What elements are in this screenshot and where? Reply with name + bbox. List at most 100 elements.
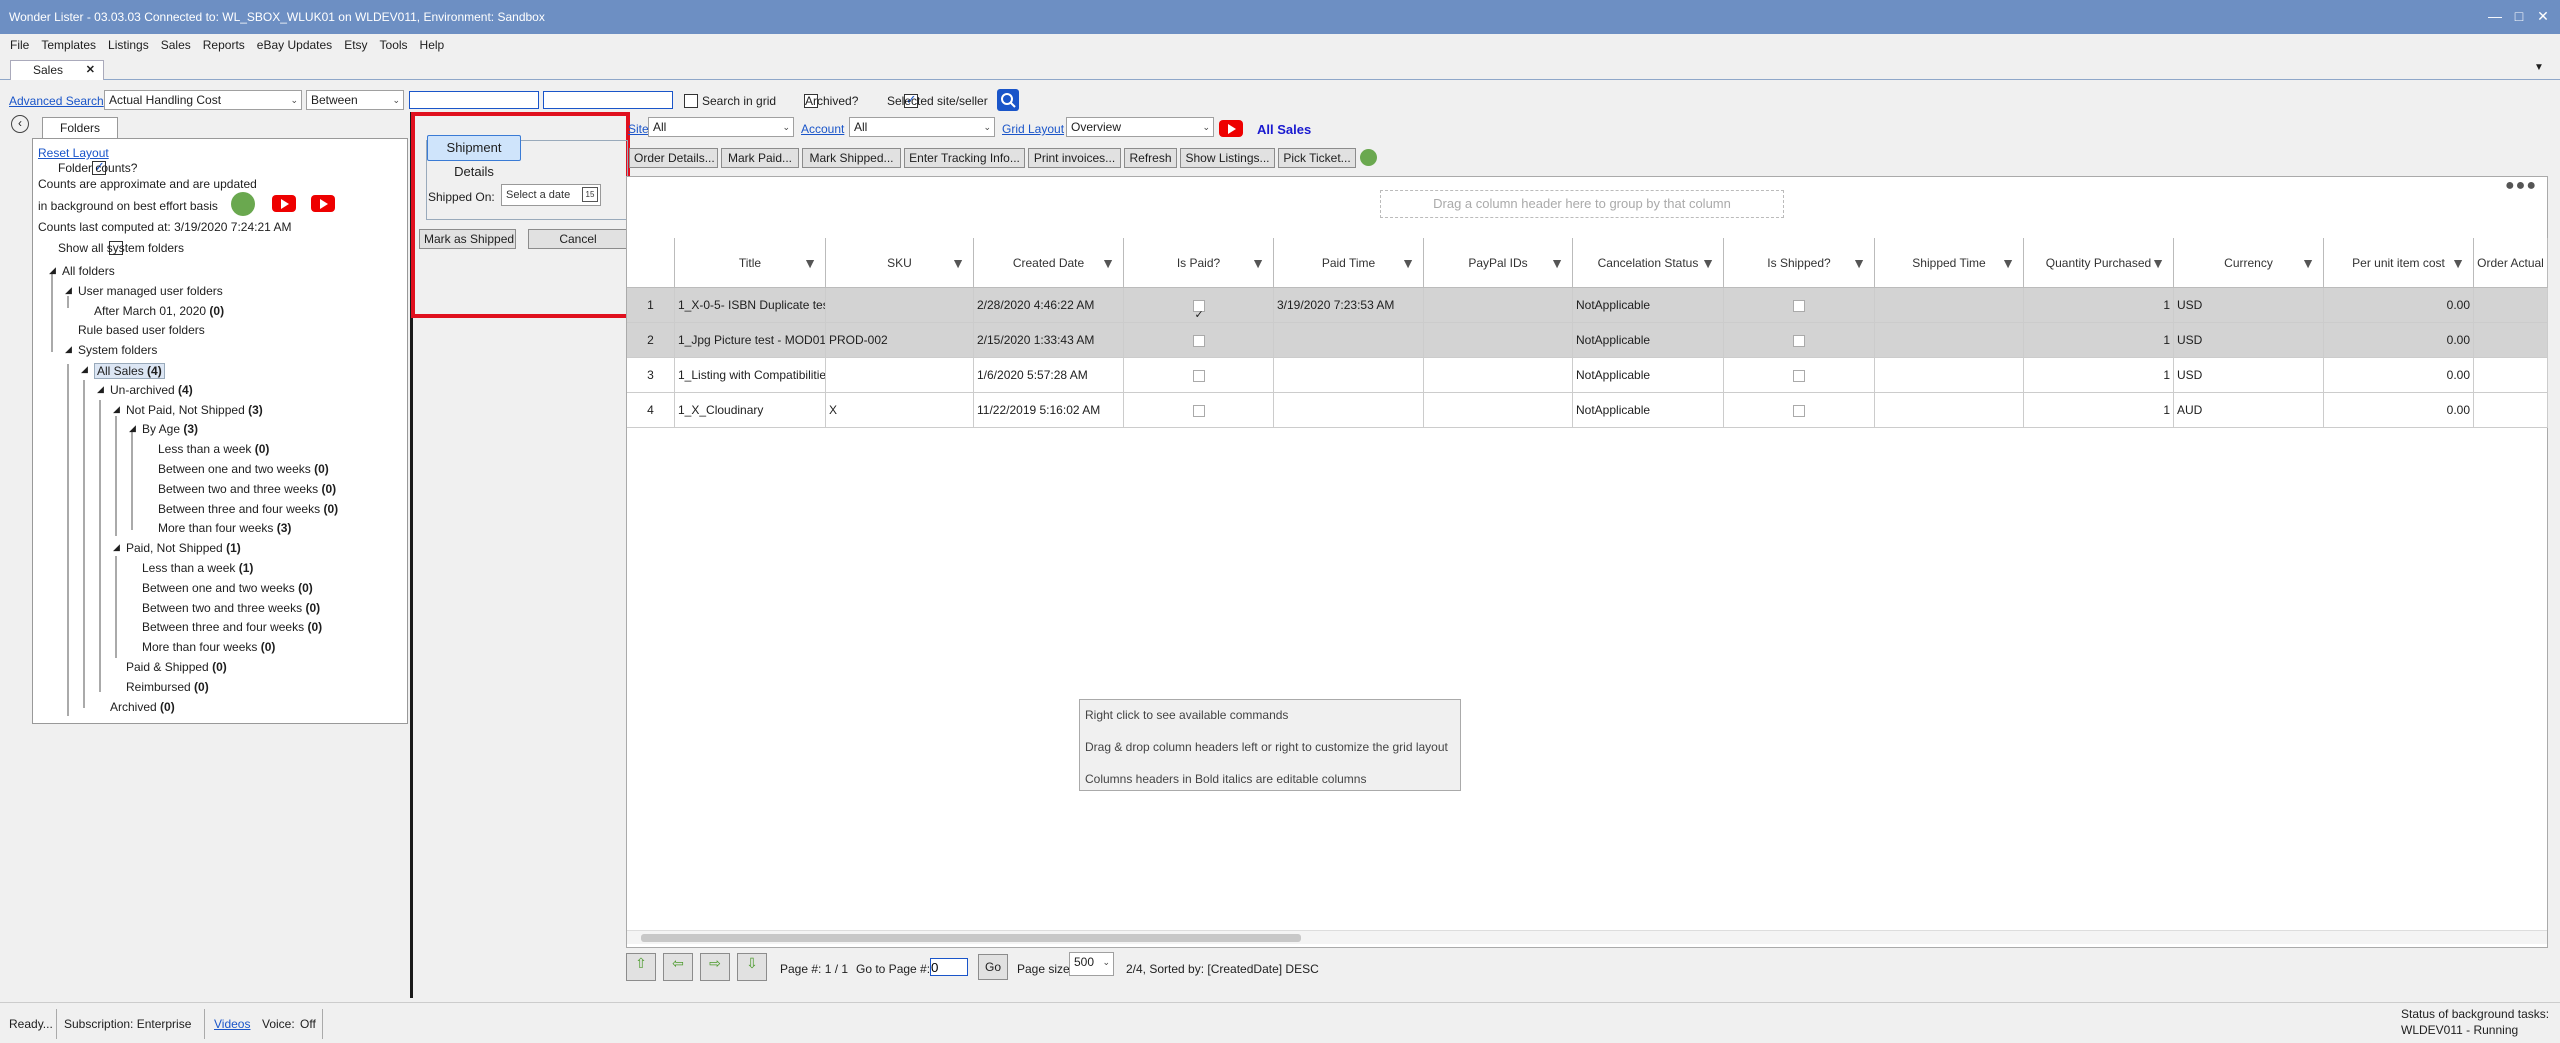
video-tutorial-icon[interactable] (311, 195, 335, 212)
table-cell[interactable] (2474, 393, 2548, 428)
video-tutorial-icon[interactable] (1219, 120, 1243, 137)
filter-icon[interactable]: ▼ (1101, 238, 1115, 287)
table-cell[interactable]: PROD-002 (826, 323, 974, 358)
table-cell[interactable]: 1_Jpg Picture test - MOD01 (675, 323, 826, 358)
menu-item[interactable]: Sales (155, 34, 197, 56)
column-header[interactable]: SKU ▼ (826, 238, 974, 288)
column-header[interactable]: Title ▼ (675, 238, 826, 288)
tree-folder-item[interactable]: User managed user folders (78, 284, 223, 298)
is-paid-checkbox[interactable] (1192, 369, 1205, 382)
menu-item[interactable]: Templates (35, 34, 102, 56)
filter-icon[interactable]: ▼ (1701, 238, 1715, 287)
grid-layout-link[interactable]: Grid Layout (1002, 122, 1064, 136)
table-cell[interactable]: 1 (2024, 323, 2174, 358)
tree-folder-item[interactable]: Not Paid, Not Shipped (3) (126, 403, 263, 417)
tree-folder-item[interactable]: Less than a week (0) (158, 442, 269, 456)
previous-page-button[interactable]: ⇦ (663, 953, 693, 981)
tab-folders[interactable]: Folders (42, 117, 118, 138)
last-page-button[interactable]: ⇩ (737, 953, 767, 981)
close-icon[interactable]: ✕ (2532, 6, 2554, 26)
menu-item[interactable]: Help (414, 34, 451, 56)
column-header[interactable]: Is Paid? ▼ (1124, 238, 1274, 288)
table-cell[interactable] (2474, 323, 2548, 358)
table-cell[interactable] (1875, 358, 2024, 393)
account-dropdown[interactable]: All ⌄ (849, 117, 995, 137)
mark-as-shipped-button[interactable]: Mark as Shipped (419, 229, 516, 249)
table-cell[interactable]: NotApplicable (1573, 288, 1724, 323)
is-paid-checkbox[interactable] (1192, 334, 1205, 347)
expand-toggle-icon[interactable]: ◢ (65, 344, 72, 355)
expand-toggle-icon[interactable]: ◢ (113, 404, 120, 415)
grid-layout-dropdown[interactable]: Overview ⌄ (1066, 117, 1214, 137)
search-icon[interactable] (997, 89, 1019, 111)
filter-icon[interactable]: ▼ (803, 238, 817, 287)
tree-folder-item[interactable]: Un-archived (4) (110, 383, 193, 397)
tree-folder-item[interactable]: All Sales (4) (94, 363, 165, 379)
menu-item[interactable]: eBay Updates (251, 34, 338, 56)
filter-icon[interactable]: ▼ (1550, 238, 1564, 287)
expand-toggle-icon[interactable]: ◢ (81, 364, 88, 375)
table-cell[interactable] (2474, 288, 2548, 323)
tree-folder-item[interactable]: By Age (3) (142, 422, 198, 436)
filter-icon[interactable]: ▼ (2151, 238, 2165, 287)
table-cell[interactable]: 1/6/2020 5:57:28 AM (974, 358, 1124, 393)
table-cell[interactable]: 11/22/2019 5:16:02 AM (974, 393, 1124, 428)
toolbar-button[interactable]: Refresh (1124, 148, 1177, 168)
table-cell[interactable]: 1 (2024, 288, 2174, 323)
column-header[interactable]: Cancelation Status ▼ (1573, 238, 1724, 288)
toolbar-button[interactable]: Mark Shipped... (802, 148, 901, 168)
tree-folder-item[interactable]: After March 01, 2020 (0) (94, 304, 224, 318)
table-cell[interactable] (826, 358, 974, 393)
table-cell[interactable]: 0.00 (2324, 358, 2474, 393)
column-header[interactable]: PayPal IDs ▼ (1424, 238, 1573, 288)
site-dropdown[interactable]: All ⌄ (648, 117, 794, 137)
tree-folder-item[interactable]: All folders (62, 264, 115, 278)
filter-icon[interactable]: ▼ (2301, 238, 2315, 287)
toolbar-button[interactable]: Print invoices... (1028, 148, 1121, 168)
calendar-icon[interactable]: 15 (582, 187, 598, 202)
search-field-dropdown[interactable]: Actual Handling Cost ⌄ (104, 90, 302, 110)
column-header[interactable]: Currency ▼ (2174, 238, 2324, 288)
column-header[interactable]: Per unit item cost ▼ (2324, 238, 2474, 288)
expand-toggle-icon[interactable]: ◢ (129, 423, 136, 434)
table-cell[interactable]: 2/28/2020 4:46:22 AM (974, 288, 1124, 323)
table-cell[interactable]: 0.00 (2324, 323, 2474, 358)
search-in-grid-checkbox[interactable] (684, 93, 698, 108)
shipped-on-date-picker[interactable]: Select a date 15 (501, 184, 601, 206)
table-cell[interactable] (1875, 288, 2024, 323)
toolbar-button[interactable]: Order Details... (629, 148, 718, 168)
filter-icon[interactable]: ▼ (1852, 238, 1866, 287)
table-cell[interactable] (1424, 323, 1573, 358)
menu-item[interactable]: Etsy (338, 34, 373, 56)
search-value-to-input[interactable] (543, 91, 673, 109)
table-cell[interactable]: 1_Listing with Compatibilities (675, 358, 826, 393)
table-cell[interactable]: 3/19/2020 7:23:53 AM (1274, 288, 1424, 323)
filter-icon[interactable]: ▼ (1251, 238, 1265, 287)
horizontal-scrollbar[interactable] (627, 930, 2547, 944)
toolbar-button[interactable]: Show Listings... (1180, 148, 1275, 168)
column-header[interactable]: Created Date ▼ (974, 238, 1124, 288)
scrollbar-thumb[interactable] (641, 934, 1301, 942)
is-shipped-checkbox[interactable] (1793, 299, 1805, 312)
table-cell[interactable] (826, 288, 974, 323)
tab-sales[interactable]: Sales ✕ (10, 60, 104, 80)
cancel-button[interactable]: Cancel (528, 229, 628, 249)
page-size-dropdown[interactable]: 500 ⌄ (1069, 952, 1114, 976)
is-shipped-checkbox[interactable] (1793, 369, 1805, 382)
table-cell[interactable]: NotApplicable (1573, 358, 1724, 393)
table-cell[interactable] (1875, 393, 2024, 428)
tree-folder-item[interactable]: Between two and three weeks (0) (142, 601, 320, 615)
more-options-icon[interactable]: ●●● (2505, 177, 2537, 195)
filter-icon[interactable]: ▼ (2001, 238, 2015, 287)
goto-page-input[interactable] (930, 958, 968, 976)
table-cell[interactable] (1274, 323, 1424, 358)
table-cell[interactable]: USD (2174, 288, 2324, 323)
is-shipped-checkbox[interactable] (1793, 334, 1805, 347)
table-cell[interactable]: AUD (2174, 393, 2324, 428)
table-cell[interactable]: 2/15/2020 1:33:43 AM (974, 323, 1124, 358)
table-cell[interactable]: 0.00 (2324, 288, 2474, 323)
chevron-down-icon[interactable]: ▼ (2534, 62, 2544, 73)
next-page-button[interactable]: ⇨ (700, 953, 730, 981)
menu-item[interactable]: File (4, 34, 35, 56)
tree-folder-item[interactable]: Paid, Not Shipped (1) (126, 541, 241, 555)
